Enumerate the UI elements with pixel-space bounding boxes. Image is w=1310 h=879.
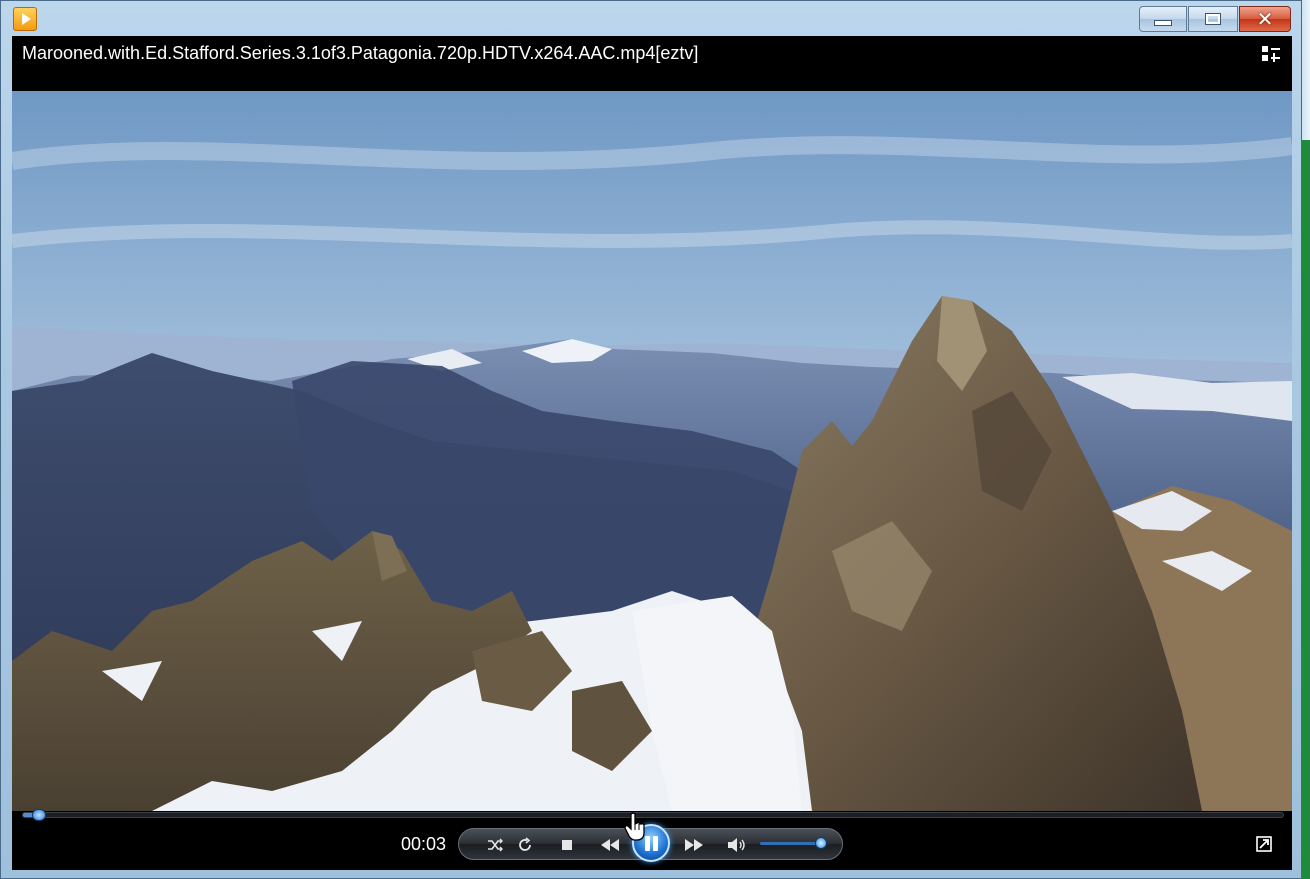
stop-button[interactable] — [557, 835, 577, 855]
shuffle-button[interactable] — [485, 835, 505, 855]
fast-forward-button[interactable] — [681, 835, 707, 855]
shuffle-icon — [488, 838, 503, 852]
switch-to-library-icon[interactable] — [1262, 46, 1280, 62]
rewind-icon — [601, 839, 619, 851]
volume-slider-thumb[interactable] — [814, 837, 827, 849]
seek-bar-thumb[interactable] — [31, 809, 46, 821]
speaker-icon — [728, 838, 745, 852]
media-player-icon[interactable] — [13, 7, 37, 31]
mountain-scene-image — [12, 91, 1292, 811]
media-title: Marooned.with.Ed.Stafford.Series.3.1of3.… — [22, 43, 699, 63]
fast-forward-icon — [685, 839, 703, 851]
now-playing-area: Marooned.with.Ed.Stafford.Series.3.1of3.… — [12, 36, 1292, 870]
fullscreen-icon[interactable] — [1256, 836, 1272, 852]
maximize-icon — [1205, 13, 1221, 25]
close-button[interactable]: ✕ — [1239, 6, 1291, 32]
background-window-edge — [1302, 140, 1310, 879]
desktop-edge — [1302, 0, 1310, 879]
seek-bar[interactable] — [22, 809, 1284, 821]
minimize-icon — [1154, 20, 1172, 26]
pause-icon — [653, 836, 658, 851]
maximize-button[interactable] — [1188, 6, 1238, 32]
repeat-icon — [519, 837, 531, 851]
video-frame[interactable] — [12, 91, 1292, 811]
hand-cursor-icon — [624, 812, 645, 841]
elapsed-time: 00:03 — [401, 834, 447, 854]
mute-button[interactable] — [725, 835, 749, 855]
media-player-window: ✕ Marooned.with.Ed.Stafford.Series.3.1of… — [0, 0, 1302, 879]
stop-icon — [562, 840, 572, 850]
close-icon: ✕ — [1256, 7, 1274, 31]
minimize-button[interactable] — [1139, 6, 1187, 32]
repeat-button[interactable] — [515, 835, 535, 855]
rewind-button[interactable] — [597, 835, 623, 855]
